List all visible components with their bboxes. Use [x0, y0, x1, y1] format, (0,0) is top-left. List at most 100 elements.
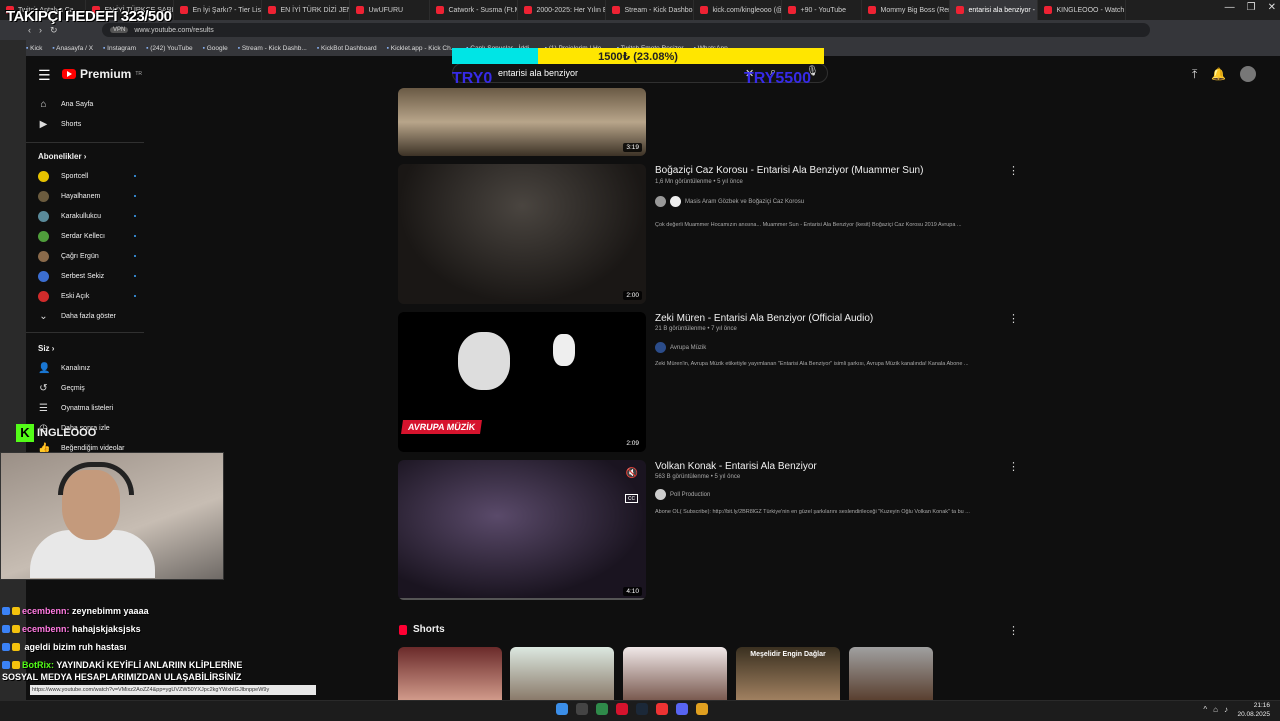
- upload-icon[interactable]: ⤒: [1192, 67, 1197, 82]
- subscription-item[interactable]: Çağrı Ergün: [38, 248, 136, 264]
- browser-tab[interactable]: entarisi ala benziyor - You...: [950, 0, 1039, 20]
- video-thumbnail[interactable]: 2:00: [398, 164, 646, 304]
- tab-favicon-icon: [180, 6, 189, 14]
- steam-icon[interactable]: [636, 703, 648, 715]
- bookmark-item[interactable]: Kicklet.app - Kick Ch...: [387, 45, 456, 52]
- video-thumbnail[interactable]: 3:19: [398, 88, 646, 156]
- browser-tab[interactable]: 2000-2025: Her Yılın En H...: [518, 0, 607, 20]
- avatar[interactable]: [1240, 66, 1257, 82]
- url-field[interactable]: VPN www.youtube.com/results: [102, 23, 1150, 37]
- chat-message: ecembenn: zeynebimm yaaaa: [2, 606, 149, 616]
- chat-badge-icon: [2, 607, 10, 615]
- opera-icon[interactable]: [616, 703, 628, 715]
- browser-tab[interactable]: UwUFURU: [350, 0, 431, 20]
- status-bar-url: https://www.youtube.com/watch?v=VMixz2Ao…: [30, 685, 316, 695]
- short-thumbnail[interactable]: [510, 647, 614, 700]
- cc-icon[interactable]: cc: [625, 494, 638, 503]
- short-thumbnail[interactable]: Meşelidir Engin Dağlar: [736, 647, 840, 700]
- more-icon[interactable]: ⋮: [1008, 460, 1019, 473]
- channel-row[interactable]: Masis Aram Gözbek ve Boğaziçi Caz Korosu: [655, 196, 804, 207]
- crown-icon: [12, 625, 20, 633]
- video-title[interactable]: Volkan Konak - Entarisi Ala Benziyor: [655, 461, 817, 472]
- browser-tab[interactable]: kick.com/kingleooo (@k...: [694, 0, 783, 20]
- bell-icon[interactable]: 🔔: [1211, 67, 1226, 81]
- windows-start-icon[interactable]: [556, 703, 568, 715]
- browser-tab[interactable]: Stream - Kick Dashboard: [606, 0, 695, 20]
- you-item-label: Geçmiş: [61, 384, 85, 392]
- browser-tab[interactable]: EN İYİ TÜRK DİZİ JENERİĞ...: [262, 0, 351, 20]
- channel-avatar: [38, 290, 49, 302]
- tab-favicon-icon: [1044, 6, 1053, 14]
- tab-label: KINGLEOOO - Watch clip...: [1056, 6, 1125, 14]
- browser-tab[interactable]: En İyi Şarkı? - Tier List | K...: [174, 0, 263, 20]
- browser-tab[interactable]: Mommy Big Boss (Remix...: [862, 0, 951, 20]
- bookmark-item[interactable]: Anasayfa / X: [52, 45, 93, 52]
- maximize-icon[interactable]: ❐: [1247, 2, 1256, 13]
- volume-icon[interactable]: ♪: [1224, 705, 1228, 714]
- back-icon[interactable]: ‹: [28, 25, 31, 36]
- subscription-item[interactable]: Karakullukcu: [38, 208, 136, 224]
- bookmark-item[interactable]: Stream - Kick Dashb...: [238, 45, 307, 52]
- short-thumbnail[interactable]: [849, 647, 933, 700]
- bookmark-item[interactable]: Instagram: [103, 45, 136, 52]
- subscription-item[interactable]: Serbest Sekiz: [38, 268, 136, 284]
- guide-home[interactable]: ⌂ Ana Sayfa: [38, 96, 93, 112]
- you-item[interactable]: ↺ Geçmiş: [38, 380, 85, 396]
- chevron-up-icon[interactable]: ^: [1203, 705, 1207, 714]
- browser-tab[interactable]: +90 - YouTube: [782, 0, 863, 20]
- vpn-badge[interactable]: VPN: [110, 27, 129, 33]
- new-content-dot: [134, 215, 136, 217]
- bookmark-item[interactable]: KickBot Dashboard: [317, 45, 377, 52]
- browser-tab[interactable]: Catwork - Susma (Ft.Mel...: [430, 0, 519, 20]
- forward-icon[interactable]: ›: [39, 25, 42, 36]
- channel-row[interactable]: Avrupa Müzik: [655, 342, 706, 353]
- network-icon[interactable]: ⌂: [1213, 705, 1218, 714]
- clock[interactable]: 21:16 20.08.2025: [1237, 701, 1270, 719]
- tab-favicon-icon: [788, 6, 797, 14]
- bookmark-item[interactable]: Kick: [26, 45, 42, 52]
- short-thumbnail[interactable]: [623, 647, 727, 700]
- youtube-logo[interactable]: Premium TR: [62, 67, 142, 81]
- you-heading[interactable]: Siz ›: [38, 344, 54, 353]
- folder-icon[interactable]: [696, 703, 708, 715]
- menu-icon[interactable]: ☰: [38, 67, 51, 84]
- minimize-icon[interactable]: —: [1225, 2, 1235, 13]
- chrome-icon[interactable]: [596, 703, 608, 715]
- mute-icon[interactable]: 🔇: [626, 468, 638, 479]
- channel-row[interactable]: Poll Production: [655, 489, 710, 500]
- channel-icon: 👤: [38, 362, 51, 374]
- home-icon: ⌂: [40, 98, 47, 110]
- video-title[interactable]: Boğaziçi Caz Korosu - Entarisi Ala Benzi…: [655, 165, 923, 176]
- more-icon[interactable]: ⋮: [1008, 164, 1019, 177]
- subscription-item[interactable]: Eski Açık: [38, 288, 136, 304]
- guide-shorts[interactable]: ▶ Shorts: [38, 116, 82, 132]
- browser-tab[interactable]: KINGLEOOO - Watch clip...: [1038, 0, 1127, 20]
- reload-icon[interactable]: ↻: [50, 25, 58, 36]
- bookmark-item[interactable]: (242) YouTube: [146, 45, 192, 52]
- channel-avatar: [38, 250, 49, 262]
- subscription-item[interactable]: Serdar Kellecı: [38, 228, 136, 244]
- subscription-item[interactable]: Sportcell: [38, 168, 136, 184]
- search-icon[interactable]: [576, 703, 588, 715]
- guide-show-more[interactable]: ⌄ Daha fazla göster: [38, 308, 116, 324]
- video-title[interactable]: Zeki Müren - Entarisi Ala Benziyor (Offi…: [655, 313, 873, 324]
- channel-name: Masis Aram Gözbek ve Boğaziçi Caz Korosu: [685, 198, 805, 205]
- close-icon[interactable]: ✕: [1268, 2, 1276, 13]
- url-text: www.youtube.com/results: [134, 26, 214, 34]
- more-icon[interactable]: ⋮: [1008, 312, 1019, 325]
- bookmark-item[interactable]: Google: [203, 45, 228, 52]
- you-item[interactable]: ☰ Oynatma listeleri: [38, 400, 113, 416]
- chat-text: hahajskjaksjsks: [72, 624, 141, 634]
- discord-icon[interactable]: [676, 703, 688, 715]
- guide-label: Ana Sayfa: [61, 100, 94, 108]
- more-icon[interactable]: ⋮: [1008, 624, 1019, 637]
- you-item[interactable]: 👤 Kanalınız: [38, 360, 90, 376]
- video-thumbnail[interactable]: 🔇 cc 4:10: [398, 460, 646, 600]
- new-content-dot: [134, 195, 136, 197]
- short-thumbnail[interactable]: [398, 647, 502, 700]
- video-thumbnail[interactable]: AVRUPA MÜZİK 2:09: [398, 312, 646, 452]
- subscription-item[interactable]: Hayalhanem: [38, 188, 136, 204]
- search-input[interactable]: entarisi ala benziyor: [498, 68, 578, 78]
- media-icon[interactable]: [656, 703, 668, 715]
- subscriptions-heading[interactable]: Abonelikler ›: [38, 152, 86, 161]
